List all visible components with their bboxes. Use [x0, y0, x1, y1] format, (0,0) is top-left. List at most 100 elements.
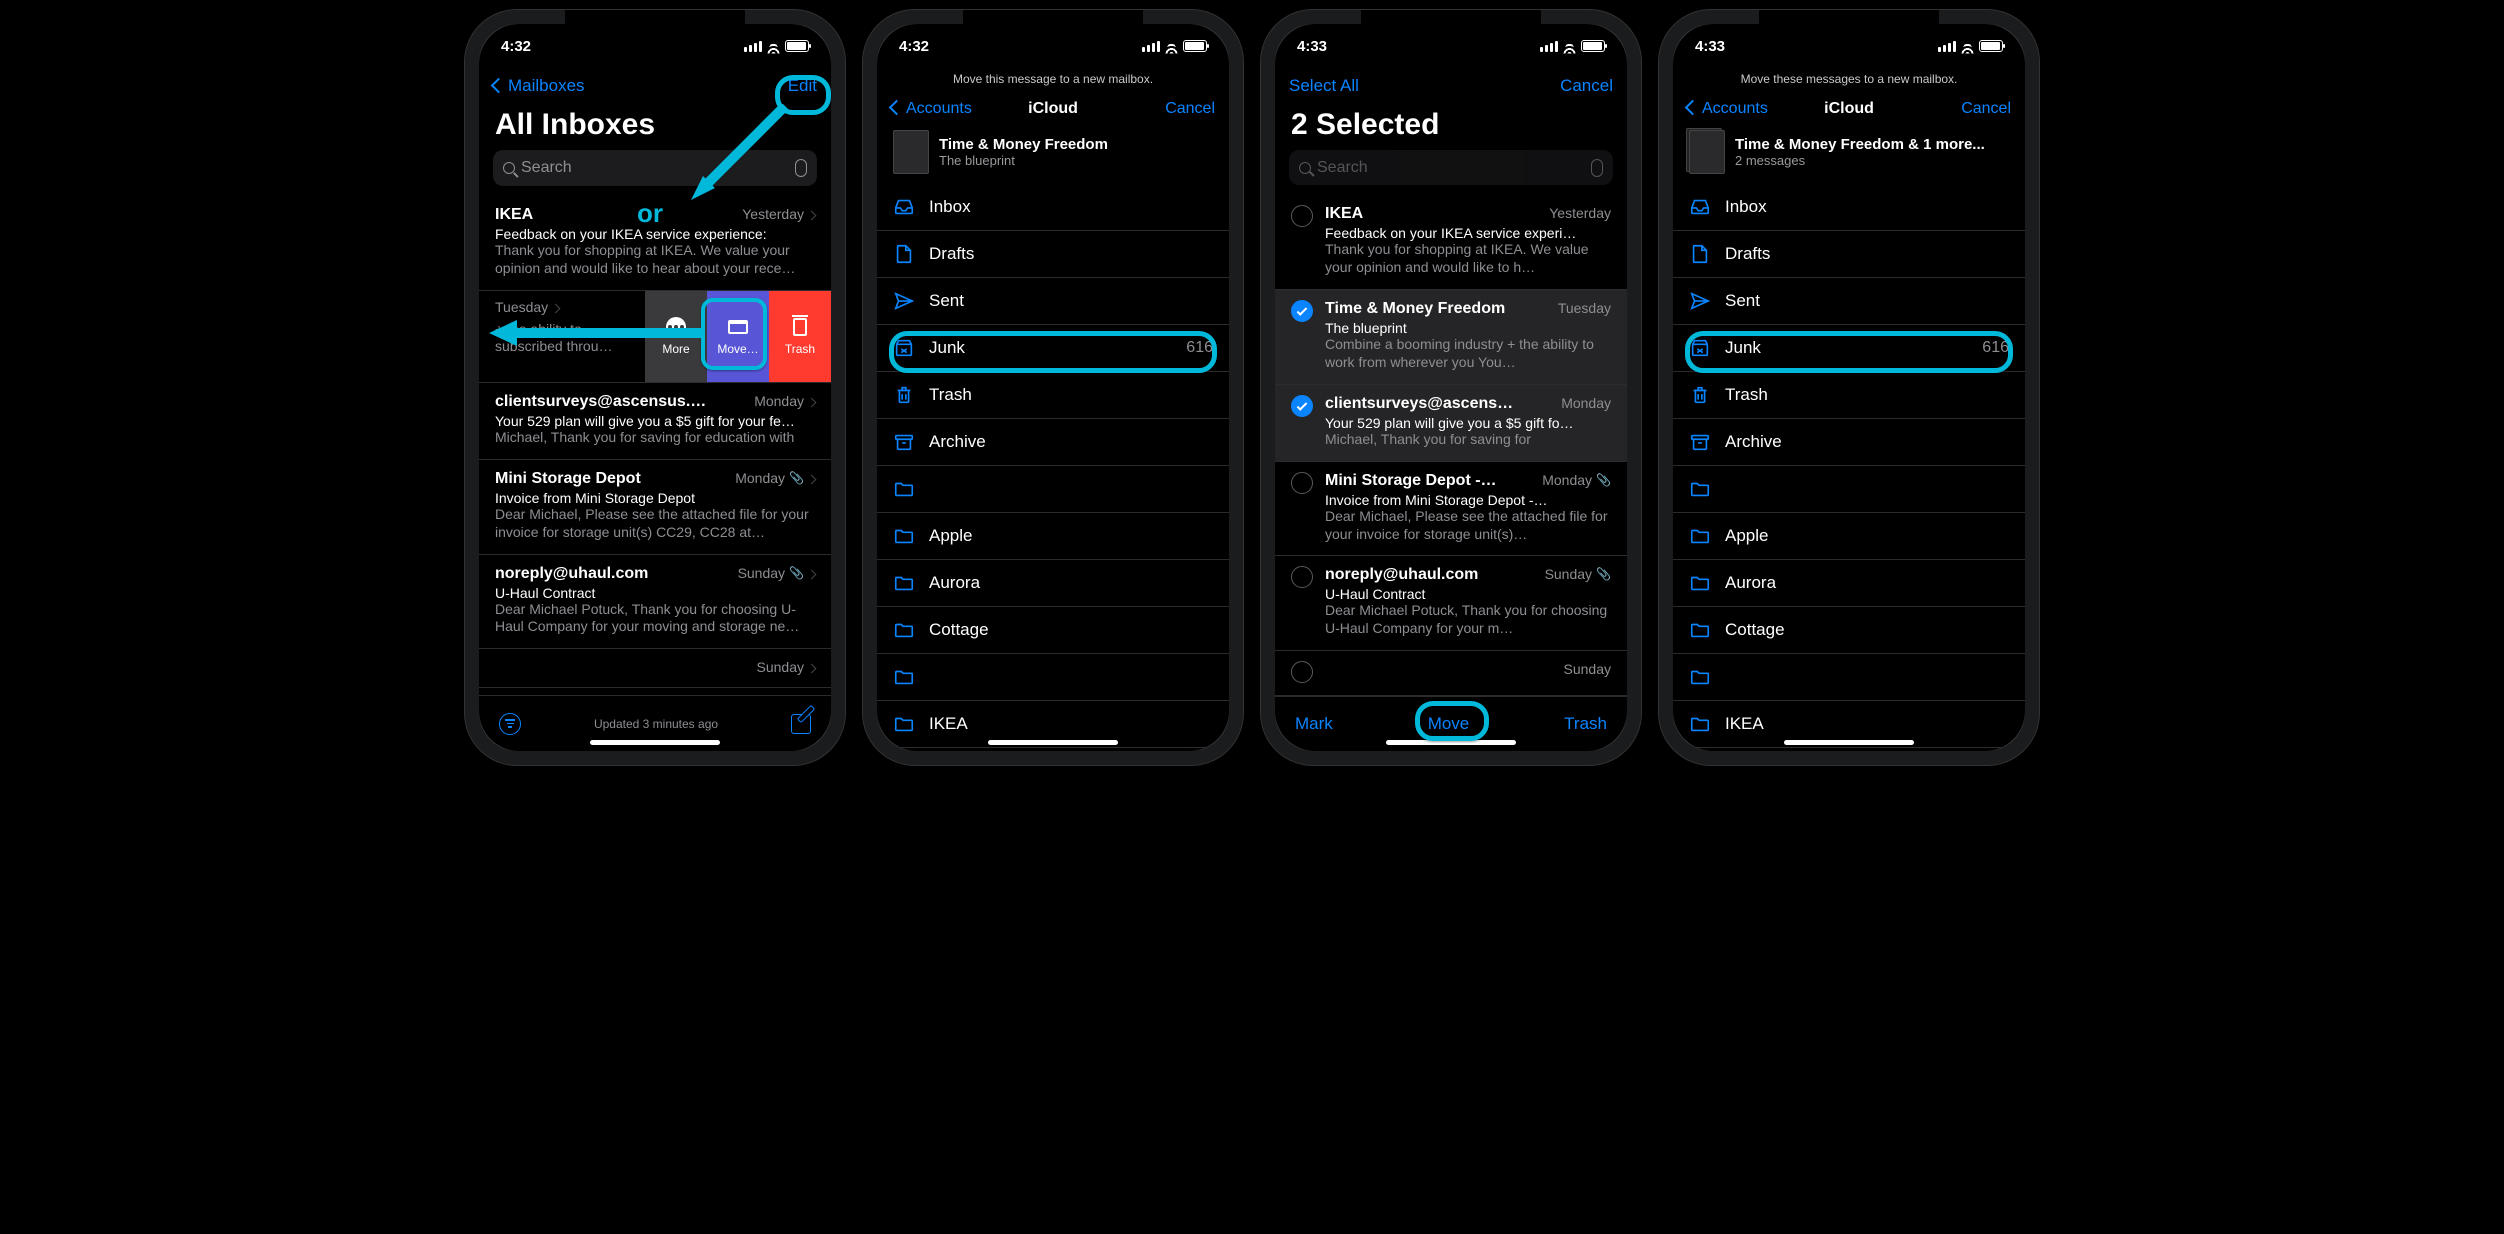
back-accounts[interactable]: Accounts	[891, 100, 972, 118]
folder-icon	[728, 320, 748, 334]
trash-button[interactable]: Trash	[1564, 714, 1607, 734]
thumbnail-icon	[893, 130, 929, 174]
filter-button[interactable]	[499, 713, 521, 735]
folder-archive[interactable]: Archive	[1673, 419, 2025, 466]
archive-icon	[1689, 431, 1711, 453]
select-checkbox[interactable]	[1291, 566, 1313, 588]
folder-sent[interactable]: Sent	[877, 278, 1229, 325]
folder-icon	[893, 478, 915, 500]
wifi-icon	[1164, 39, 1179, 54]
battery-icon	[1581, 40, 1605, 52]
mark-button[interactable]: Mark	[1295, 714, 1333, 734]
folder-inbox[interactable]: Inbox	[877, 184, 1229, 231]
folder-icon	[893, 713, 915, 735]
folder-count: 616	[1186, 339, 1213, 357]
mic-icon[interactable]	[795, 159, 807, 177]
phone-3: 4:33 Select All Cancel 2 Selected Search…	[1261, 10, 1641, 765]
edit-button[interactable]: Edit	[788, 76, 817, 96]
folder-label: Apple	[929, 526, 972, 546]
folder-sent[interactable]: Sent	[1673, 278, 2025, 325]
home-indicator[interactable]	[590, 740, 720, 745]
back-mailboxes[interactable]: Mailboxes	[493, 76, 585, 96]
folder-label: Drafts	[929, 244, 974, 264]
sheet-header: Move this message to a new mailbox.	[877, 68, 1229, 92]
list-item[interactable]: noreply@uhaul.comSunday📎 U-Haul Contract…	[1275, 556, 1627, 651]
swiped-item[interactable]: Tuesday + the ability tosubscribed throu…	[479, 291, 831, 383]
home-indicator[interactable]	[1784, 740, 1914, 745]
select-checkbox[interactable]	[1291, 472, 1313, 494]
list-item[interactable]: Mini Storage Depot -…Monday📎 Invoice fro…	[1275, 462, 1627, 557]
folder-label: Inbox	[1725, 197, 1767, 217]
back-accounts[interactable]: Accounts	[1687, 100, 1768, 118]
list-item[interactable]: clientsurveys@ascensus.comMonday Your 52…	[479, 383, 831, 460]
folder-junk[interactable]: Junk616	[877, 325, 1229, 372]
folder-apple[interactable]: Apple	[1673, 513, 2025, 560]
folder-count: 616	[1982, 339, 2009, 357]
folder-junk[interactable]: Junk616	[1673, 325, 2025, 372]
folder-label: IKEA	[1725, 714, 1764, 734]
folder-icon	[1689, 619, 1711, 641]
select-checkbox[interactable]	[1291, 205, 1313, 227]
phone-2: 4:32 Move this message to a new mailbox.…	[863, 10, 1243, 765]
folder-cottage[interactable]: Cottage	[877, 607, 1229, 654]
list-item[interactable]: Sunday	[479, 649, 831, 688]
folder-apple[interactable]: Apple	[877, 513, 1229, 560]
search-input[interactable]: Search	[493, 150, 817, 186]
paperclip-icon: 📎	[1596, 567, 1611, 581]
folder-icon	[893, 525, 915, 547]
list-item[interactable]: Sunday	[1275, 651, 1627, 696]
folder-drafts[interactable]: Drafts	[1673, 231, 2025, 278]
folder-label: Inbox	[929, 197, 971, 217]
select-checkbox[interactable]	[1291, 395, 1313, 417]
folder-label: Archive	[929, 432, 986, 452]
cancel-button[interactable]: Cancel	[1165, 100, 1215, 118]
list-item[interactable]: clientsurveys@ascens…Monday Your 529 pla…	[1275, 385, 1627, 462]
notch	[1361, 10, 1541, 40]
wifi-icon	[1960, 39, 1975, 54]
chevron-right-icon	[808, 206, 815, 222]
phone-1: 4:32 Mailboxes Edit All Inboxes Search I…	[465, 10, 845, 765]
folder-drafts[interactable]: Drafts	[877, 231, 1229, 278]
folder-inbox[interactable]: Inbox	[1673, 184, 2025, 231]
compose-button[interactable]	[791, 714, 811, 734]
draft-icon	[1689, 243, 1711, 265]
list-item[interactable]: IKEAYesterday Feedback on your IKEA serv…	[1275, 195, 1627, 290]
folder-unnamed[interactable]	[1673, 654, 2025, 701]
status-time: 4:32	[501, 38, 531, 55]
nav-title: iCloud	[1028, 100, 1078, 118]
folder-trash[interactable]: Trash	[877, 372, 1229, 419]
select-checkbox[interactable]	[1291, 300, 1313, 322]
notch	[565, 10, 745, 40]
folder-aurora[interactable]: Aurora	[1673, 560, 2025, 607]
folder-lantern[interactable]: Lantern	[877, 748, 1229, 751]
folder-unnamed[interactable]	[877, 654, 1229, 701]
list-item[interactable]: noreply@uhaul.comSunday📎 U-Haul Contract…	[479, 555, 831, 650]
folder-archive[interactable]: Archive	[877, 419, 1229, 466]
list-item[interactable]: Mini Storage DepotMonday📎 Invoice from M…	[479, 460, 831, 555]
folder-label: IKEA	[929, 714, 968, 734]
folder-trash[interactable]: Trash	[1673, 372, 2025, 419]
home-indicator[interactable]	[988, 740, 1118, 745]
folder-unnamed[interactable]	[877, 466, 1229, 513]
move-button[interactable]: Move	[1428, 714, 1470, 734]
folder-aurora[interactable]: Aurora	[877, 560, 1229, 607]
folder-cottage[interactable]: Cottage	[1673, 607, 2025, 654]
home-indicator[interactable]	[1386, 740, 1516, 745]
swipe-trash-button[interactable]: Trash	[769, 291, 831, 382]
folder-lantern[interactable]: Lantern	[1673, 748, 2025, 751]
swipe-more-button[interactable]: More	[645, 291, 707, 382]
cancel-button[interactable]: Cancel	[1560, 76, 1613, 96]
select-all-button[interactable]: Select All	[1289, 76, 1359, 96]
battery-icon	[1979, 40, 2003, 52]
sheet-header: Move these messages to a new mailbox.	[1673, 68, 2025, 92]
signal-icon	[1540, 41, 1558, 52]
mail-list: IKEAYesterday Feedback on your IKEA serv…	[479, 196, 831, 695]
cancel-button[interactable]: Cancel	[1961, 100, 2011, 118]
select-checkbox[interactable]	[1291, 661, 1313, 683]
trash-icon	[1689, 384, 1711, 406]
folder-unnamed[interactable]	[1673, 466, 2025, 513]
page-title: All Inboxes	[479, 104, 831, 150]
list-item[interactable]: Time & Money FreedomTuesday The blueprin…	[1275, 290, 1627, 385]
search-input: Search	[1289, 150, 1613, 185]
swipe-move-button[interactable]: Move…	[707, 291, 769, 382]
